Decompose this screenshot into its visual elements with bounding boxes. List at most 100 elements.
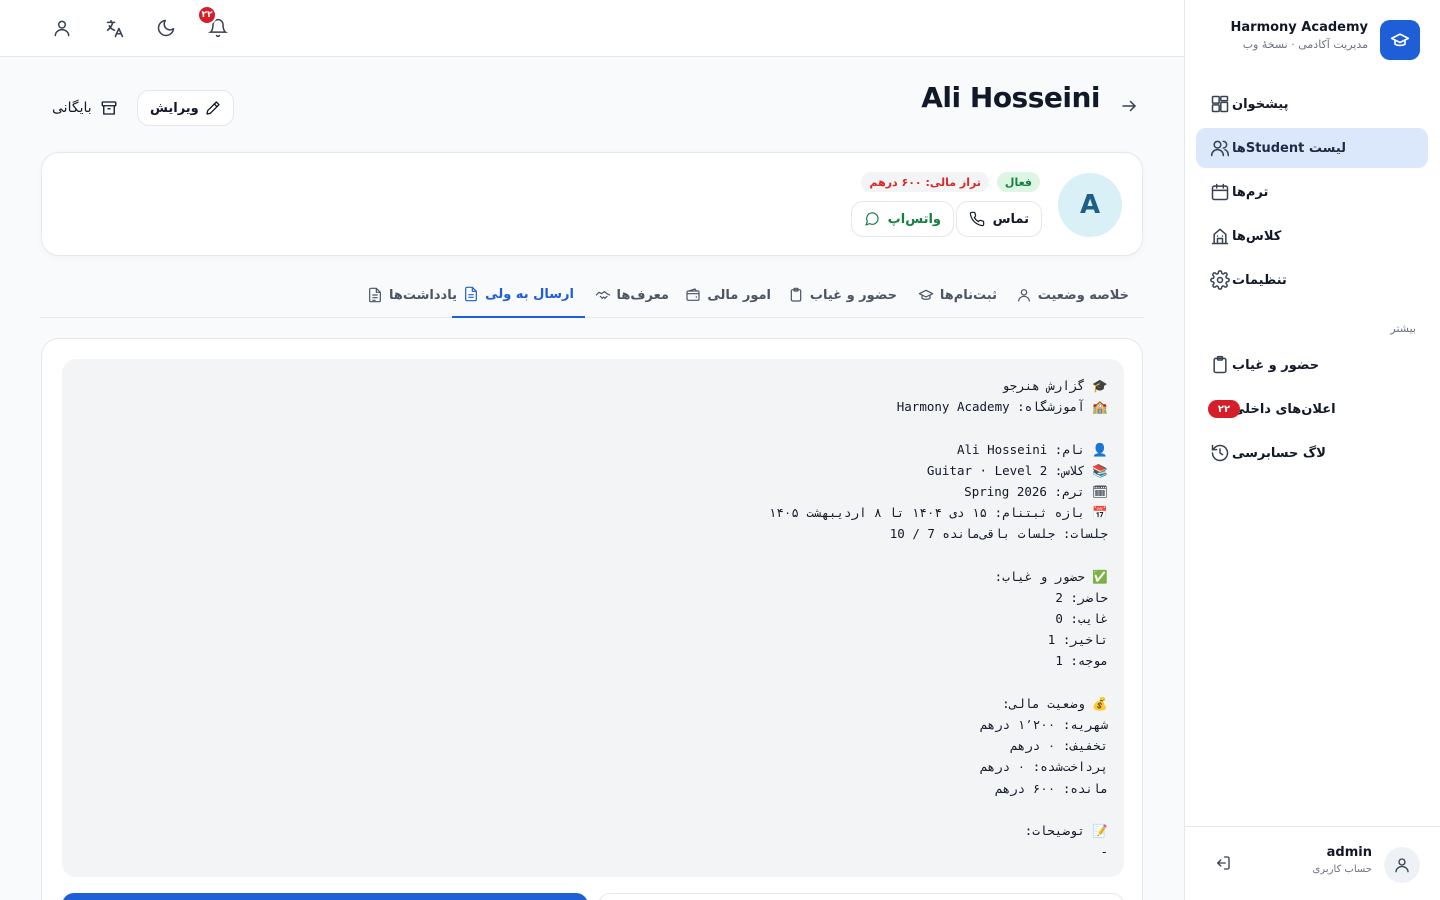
status-badge: فعال [996,172,1040,192]
avatar: A [1058,173,1122,237]
archive-button[interactable]: بایگانی [40,90,130,126]
sidebar-item-students[interactable]: لیست Studentها [1196,128,1428,168]
sidebar-item-label: ترم‌ها [1232,184,1269,200]
copy-report-button[interactable] [598,893,1124,900]
whatsapp-button[interactable]: واتس‌اپ [850,201,954,237]
user-info: admin حساب کاربری [1312,845,1372,875]
handshake-icon [595,287,611,303]
call-button[interactable]: تماس [955,201,1042,237]
report-line: 🏫 آموزشگاه: Harmony Academy [896,399,1108,415]
brand-text: Harmony Academy مدیریت آکادمی · نسخهٔ وب [1231,20,1368,51]
report-line: 📝 توضیحات: [1024,822,1108,838]
report-line: ✅ حضور و غیاب: [994,568,1108,584]
brand-title: Harmony Academy [1230,20,1368,35]
avatar[interactable] [1384,847,1420,883]
notification-count-badge: ۲۲ [197,5,217,25]
main-content: Ali Hosseini ویرایش بایگانی A فعال تراز … [0,57,1184,900]
call-button-label: تماس [992,211,1029,227]
report-line: پرداخت‌شده: ۰ درهم [980,759,1108,775]
tab-attendance[interactable]: حضور و غیاب [777,272,908,318]
user-role: حساب کاربری [1312,864,1372,875]
archive-button-label: بایگانی [52,100,92,116]
sidebar-item-label: تنظیمات [1232,272,1287,288]
sidebar-item-label: لاگ حسابرسی [1232,445,1326,461]
users-icon [1208,136,1232,160]
sidebar-item-dashboard[interactable]: پیشخوان [1196,84,1428,124]
profile-tabs: خلاصه وضعیت ثبت‌نام‌ها حضور و غیاب امور … [40,272,1144,318]
report-line: 🎓 گزارش هنرجو [1002,378,1108,393]
sidebar-item-label: پیشخوان [1232,96,1289,112]
chat-bubble-icon [864,211,880,227]
balance-badge: تراز مالی: ۶۰۰ درهم [861,172,989,192]
clipboard-icon [788,287,804,303]
tab-send-to-parent[interactable]: ارسال به ولی [452,272,585,318]
back-arrow-icon[interactable] [1118,95,1140,117]
tab-summary[interactable]: خلاصه وضعیت [1005,272,1140,318]
sidebar-section-more: بیشتر [1390,322,1416,335]
sidebar-item-label: لیست Studentها [1232,140,1347,156]
report-line: مانده: ۶۰۰ درهم [995,780,1108,796]
report-line: 🗓 ترم: Spring 2026 [964,483,1108,499]
tab-label: خلاصه وضعیت [1037,287,1129,303]
report-line: - [1100,844,1108,860]
graduation-cap-icon [918,287,934,303]
page-title: Ali Hosseini [921,81,1100,114]
tab-finance[interactable]: امور مالی [674,272,782,318]
user-icon [1016,287,1032,303]
moon-icon[interactable] [154,16,178,40]
dashboard-icon [1208,92,1232,116]
report-text: 🎓 گزارش هنرجو 🏫 آموزشگاه: Harmony Academy… [769,375,1108,862]
tab-label: ثبت‌نام‌ها [939,287,997,303]
brand-subtitle: مدیریت آکادمی · نسخهٔ وب [1242,38,1368,51]
sidebar-item-classes[interactable]: کلاس‌ها [1196,216,1428,256]
history-icon [1208,441,1232,465]
profile-icon[interactable] [50,16,74,40]
logout-icon[interactable] [1213,853,1233,873]
sidebar-item-terms[interactable]: ترم‌ها [1196,172,1428,212]
building-icon [1208,224,1232,248]
app-root: Harmony Academy مدیریت آکادمی · نسخهٔ وب… [0,0,1440,900]
archive-icon [100,99,118,117]
sidebar-item-announcements[interactable]: اعلان‌های داخلی ۲۲ [1196,389,1428,429]
tab-label: ارسال به ولی [485,286,574,302]
phone-icon [969,211,985,227]
report-line: 📅 بازه ثبتنام: ۱۵ دی ۱۴۰۴ تا ۸ اردیبهشت … [768,505,1108,521]
translate-icon[interactable] [102,16,126,40]
report-line [769,799,1108,820]
sidebar: Harmony Academy مدیریت آکادمی · نسخهٔ وب… [1184,0,1440,900]
tab-label: حضور و غیاب [809,287,897,303]
topbar: ۲۲ [0,0,1184,57]
send-report-button[interactable] [62,893,588,900]
tab-enrollments[interactable]: ثبت‌نام‌ها [907,272,1008,318]
report-line: شهریه: ۱٬۲۰۰ درهم [980,717,1108,732]
report-line [769,545,1108,566]
tab-referrers[interactable]: معرف‌ها [584,272,680,318]
edit-button[interactable]: ویرایش [137,90,234,126]
sidebar-item-label: حضور و غیاب [1232,357,1320,373]
tab-label: امور مالی [707,287,771,303]
profile-card: A فعال تراز مالی: ۶۰۰ درهم تماس واتس‌اپ [41,152,1143,256]
report-line: موجه: 1 [1055,653,1108,669]
tab-notes[interactable]: یادداشت‌ها [356,272,468,318]
report-line [769,672,1108,693]
sidebar-footer: admin حساب کاربری [1185,826,1440,900]
tab-label: معرف‌ها [616,287,669,303]
sidebar-item-label: کلاس‌ها [1232,228,1282,244]
report-line: حاضر: 2 [1055,589,1108,605]
graduation-cap-logo-icon [1380,20,1420,60]
brand: Harmony Academy مدیریت آکادمی · نسخهٔ وب [1204,18,1420,62]
sidebar-item-audit-log[interactable]: لاگ حسابرسی [1196,433,1428,473]
report-line: 💰 وضعیت مالی: [1002,695,1108,711]
notifications-bell-icon[interactable]: ۲۲ [197,5,230,40]
sidebar-item-label: اعلان‌های داخلی [1232,401,1336,417]
parent-report-card: 🎓 گزارش هنرجو 🏫 آموزشگاه: Harmony Academy… [41,338,1143,900]
report-line [769,417,1108,438]
gear-icon [1208,268,1232,292]
announcements-count-badge: ۲۲ [1208,400,1240,418]
sidebar-item-settings[interactable]: تنظیمات [1196,260,1428,300]
whatsapp-button-label: واتس‌اپ [887,211,941,227]
report-preview: 🎓 گزارش هنرجو 🏫 آموزشگاه: Harmony Academy… [62,359,1124,877]
sidebar-item-attendance[interactable]: حضور و غیاب [1196,345,1428,385]
clipboard-icon [1208,353,1232,377]
user-name: admin [1326,845,1372,860]
